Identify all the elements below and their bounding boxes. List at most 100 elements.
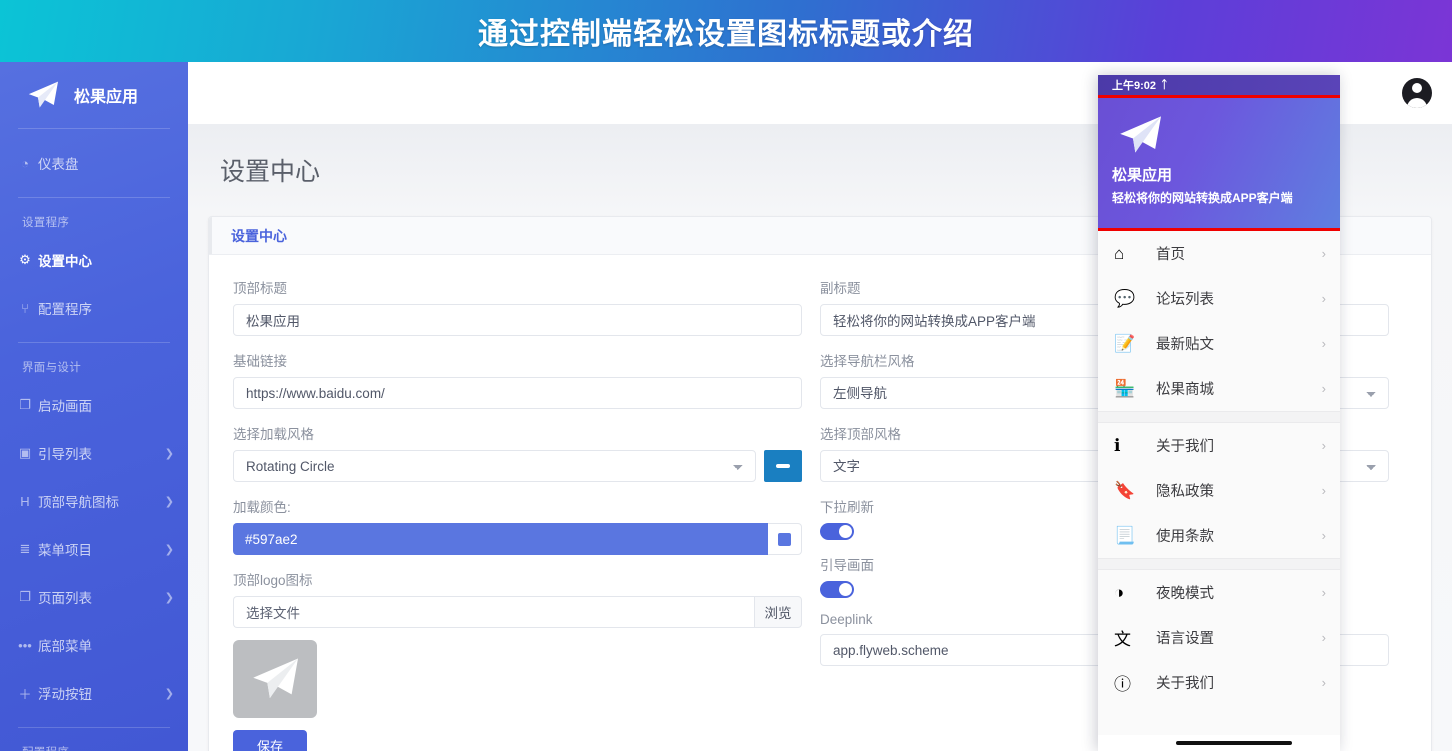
- color-swatch-icon: [778, 532, 791, 546]
- sidebar-brand[interactable]: 松果应用: [0, 62, 188, 128]
- field-loading-color-label: 加载颜色:: [233, 500, 291, 515]
- plug-icon: ⑂: [21, 300, 29, 316]
- base-url-input[interactable]: [233, 377, 802, 409]
- top-title-input[interactable]: [233, 304, 802, 336]
- chevron-right-icon: ❯: [164, 687, 174, 700]
- drawer-menu-item-关于我们[interactable]: ⓘ 关于我们 ›: [1098, 660, 1340, 705]
- drawer-header: 松果应用 轻松将你的网站转换成APP客户端: [1098, 98, 1340, 228]
- chevron-right-icon: ›: [1321, 381, 1326, 396]
- person-circle-icon: ⓘ: [1114, 675, 1131, 694]
- drawer-menu-item-label: 松果商城: [1156, 382, 1214, 398]
- chevron-right-icon: ›: [1321, 675, 1326, 690]
- topbar-actions: [1402, 62, 1440, 124]
- sidebar: 松果应用 ◔ 仪表盘 设置程序 ⚙ 设置中心 ⑂ 配置程序 界面与设计 ❐ 启动画面 ▣ 引导列表 ❯ H…: [0, 62, 188, 751]
- logo-file-input[interactable]: 选择文件: [233, 596, 754, 628]
- sidebar-nav: ◔ 仪表盘 设置程序 ⚙ 设置中心 ⑂ 配置程序 界面与设计 ❐ 启动画面 ▣ 引导列表 ❯ H 顶部导航图…: [0, 129, 188, 751]
- contrast-moon-icon: ◑: [1114, 582, 1125, 602]
- loading-color-input[interactable]: #597ae2: [233, 523, 768, 555]
- sidebar-item-底部菜单[interactable]: ••• 底部菜单: [0, 621, 188, 669]
- bluetooth-icon: ᛏ: [1161, 79, 1168, 91]
- sidebar-item-label: 引导列表: [38, 447, 92, 462]
- list-icon: ≣: [19, 541, 31, 556]
- loading-style-select[interactable]: Rotating Circle: [233, 450, 756, 482]
- sidebar-item-引导列表[interactable]: ▣ 引导列表 ❯: [0, 429, 188, 477]
- copy-icon: ❐: [19, 397, 31, 412]
- user-avatar-icon[interactable]: [1402, 78, 1432, 108]
- drawer-menu-item-论坛列表[interactable]: 💬 论坛列表 ›: [1098, 276, 1340, 321]
- sidebar-item-label: 菜单项目: [38, 543, 92, 558]
- drawer-menu-item-label: 首页: [1156, 247, 1185, 263]
- drawer-menu-item-松果商城[interactable]: 🏪 松果商城 ›: [1098, 366, 1340, 411]
- sidebar-item-浮动按钮[interactable]: ＋ 浮动按钮 ❯: [0, 669, 188, 717]
- pages-icon: ❐: [19, 589, 31, 604]
- sidebar-item-label: 启动画面: [38, 399, 92, 414]
- save-button[interactable]: 保存: [233, 730, 307, 751]
- sidebar-item-菜单项目[interactable]: ≣ 菜单项目 ❯: [0, 525, 188, 573]
- drawer-menu-item-最新贴文[interactable]: 📝 最新贴文 ›: [1098, 321, 1340, 366]
- sidebar-item-label: 浮动按钮: [38, 687, 92, 702]
- field-top-logo-label: 顶部logo图标: [233, 573, 313, 588]
- drawer-home-indicator-wrap: [1098, 735, 1340, 751]
- gauge-icon: ◔: [21, 155, 29, 171]
- pull-refresh-toggle[interactable]: [820, 523, 854, 540]
- chevron-right-icon: ❯: [164, 495, 174, 508]
- chevron-right-icon: ❯: [164, 447, 174, 460]
- field-loading-color: 加载颜色: #597ae2: [233, 496, 802, 555]
- promo-banner: 通过控制端轻松设置图标标题或介绍: [0, 0, 1452, 62]
- logo-browse-button[interactable]: 浏览: [754, 596, 802, 628]
- sidebar-item-页面列表[interactable]: ❐ 页面列表 ❯: [0, 573, 188, 621]
- chevron-right-icon: ❯: [164, 543, 174, 556]
- sidebar-section-label: 配置程序: [0, 728, 188, 751]
- drawer-menu-item-夜晚模式[interactable]: ◑ 夜晚模式 ›: [1098, 570, 1340, 615]
- remove-loading-style-button[interactable]: [764, 450, 802, 482]
- sidebar-item-设置中心[interactable]: ⚙ 设置中心: [0, 236, 188, 284]
- chevron-right-icon: ›: [1321, 630, 1326, 645]
- loading-color-picker-button[interactable]: [768, 523, 802, 555]
- chevron-right-icon: ›: [1321, 483, 1326, 498]
- drawer-menu-item-label: 隐私政策: [1156, 484, 1214, 500]
- drawer-menu-item-语言设置[interactable]: 文 语言设置 ›: [1098, 615, 1340, 660]
- sidebar-item-label: 底部菜单: [38, 639, 92, 654]
- sidebar-item-启动画面[interactable]: ❐ 启动画面: [0, 381, 188, 429]
- field-loading-style: 选择加载风格 Rotating Circle: [233, 423, 802, 482]
- sidebar-item-仪表盘[interactable]: ◔ 仪表盘: [0, 139, 188, 187]
- settings-card-title: 设置中心: [231, 227, 287, 244]
- chevron-right-icon: ›: [1321, 246, 1326, 261]
- chevron-right-icon: ›: [1321, 438, 1326, 453]
- chevron-right-icon: ›: [1321, 528, 1326, 543]
- info-icon: ℹ: [1114, 435, 1121, 455]
- privacy-badge-icon: 🔖: [1114, 480, 1136, 500]
- promo-banner-title: 通过控制端轻松设置图标标题或介绍: [478, 18, 974, 51]
- sidebar-item-配置程序[interactable]: ⑂ 配置程序: [0, 284, 188, 332]
- drawer-menu-item-关于我们[interactable]: ℹ 关于我们 ›: [1098, 423, 1340, 468]
- sidebar-brand-name: 松果应用: [74, 89, 139, 106]
- ellipsis-icon: •••: [18, 637, 32, 653]
- sliders-icon: ⚙: [19, 252, 31, 267]
- image-icon: ▣: [18, 445, 32, 460]
- drawer-menu-item-使用条款[interactable]: 📃 使用条款 ›: [1098, 513, 1340, 558]
- drawer-status-time: 上午9:02: [1112, 80, 1157, 92]
- field-top-logo: 顶部logo图标 选择文件 浏览 保存: [233, 569, 802, 751]
- settings-left-column: 顶部标题 基础链接 选择加载风格: [233, 277, 820, 751]
- drawer-menu-item-首页[interactable]: ⌂ 首页 ›: [1098, 231, 1340, 276]
- sidebar-item-label: 顶部导航图标: [38, 495, 119, 510]
- logo-preview: [233, 640, 317, 718]
- paper-plane-icon: [1120, 116, 1161, 153]
- sidebar-item-顶部导航图标[interactable]: H 顶部导航图标 ❯: [0, 477, 188, 525]
- drawer-status-bar: 上午9:02 ᛏ: [1098, 75, 1340, 95]
- sidebar-item-label: 配置程序: [38, 302, 92, 317]
- note-edit-icon: 📝: [1114, 333, 1136, 353]
- drawer-menu-item-label: 语言设置: [1156, 631, 1214, 647]
- minus-icon: [776, 464, 790, 468]
- forum-chat-icon: 💬: [1114, 288, 1136, 308]
- chevron-right-icon: ›: [1321, 585, 1326, 600]
- drawer-menu-item-隐私政策[interactable]: 🔖 隐私政策 ›: [1098, 468, 1340, 513]
- drawer-group-separator: [1098, 411, 1340, 423]
- guide-screen-toggle[interactable]: [820, 581, 854, 598]
- drawer-app-desc: 轻松将你的网站转换成APP客户端: [1112, 191, 1293, 205]
- heading-icon: H: [20, 493, 30, 509]
- translate-icon: 文: [1114, 630, 1131, 649]
- field-base-url: 基础链接: [233, 350, 802, 409]
- field-top-title: 顶部标题: [233, 277, 802, 336]
